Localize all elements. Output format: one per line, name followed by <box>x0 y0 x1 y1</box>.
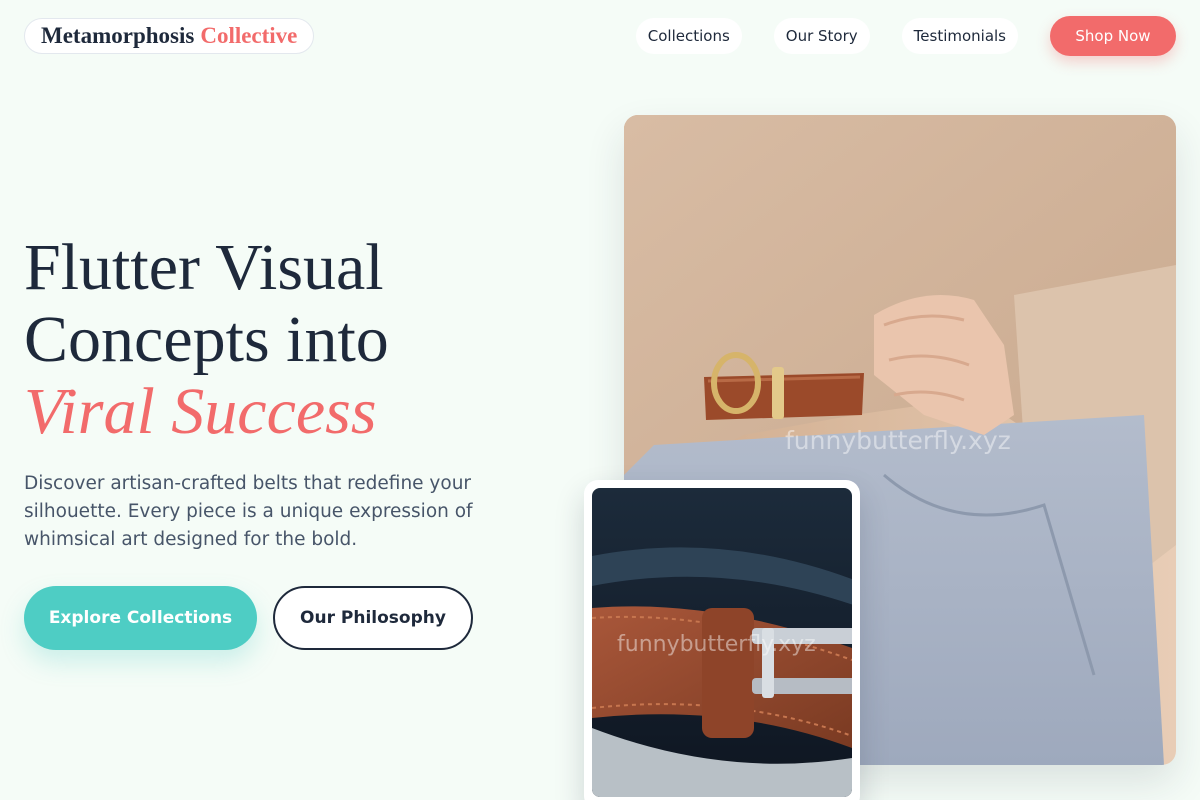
logo-accent-text: Collective <box>200 23 298 48</box>
shop-now-button[interactable]: Shop Now <box>1050 16 1176 56</box>
hero-secondary-image-card <box>584 480 860 800</box>
nav-link-testimonials[interactable]: Testimonials <box>901 18 1018 54</box>
hero-title-line-2: Concepts into <box>24 303 389 376</box>
hero-title-highlight: Viral Success <box>24 375 377 448</box>
belt-closeup-photo-icon <box>592 488 852 797</box>
explore-collections-button[interactable]: Explore Collections <box>24 586 257 650</box>
our-philosophy-button[interactable]: Our Philosophy <box>273 586 473 650</box>
nav-link-collections[interactable]: Collections <box>635 18 742 54</box>
nav-link-our-story[interactable]: Our Story <box>773 18 870 54</box>
hero-secondary-image <box>592 488 852 797</box>
hero-description: Discover artisan-crafted belts that rede… <box>24 473 473 550</box>
main-nav: Collections Our Story Testimonials Shop … <box>635 16 1176 56</box>
hero-title: Flutter Visual Concepts into Viral Succe… <box>24 232 584 448</box>
logo-primary-text: Metamorphosis <box>41 23 195 48</box>
landing-page: Metamorphosis Collective Collections Our… <box>0 0 1200 800</box>
hero-title-line-1: Flutter Visual <box>24 231 384 304</box>
brand-logo[interactable]: Metamorphosis Collective <box>24 18 315 54</box>
